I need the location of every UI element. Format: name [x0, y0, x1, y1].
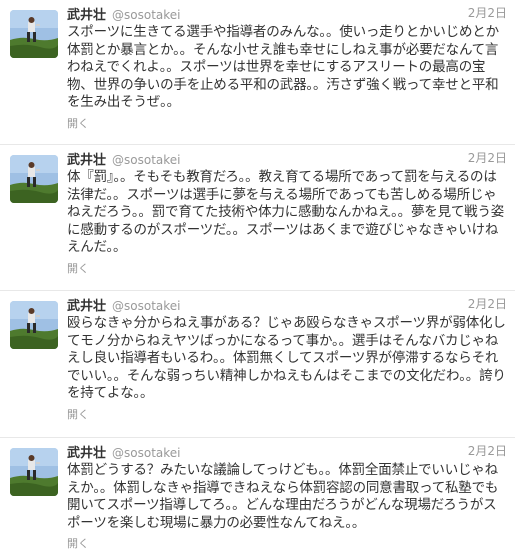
avatar-image [10, 155, 58, 203]
avatar[interactable] [10, 301, 58, 349]
username[interactable]: @sosotakei [112, 446, 180, 460]
avatar-image [10, 301, 58, 349]
tweet[interactable]: 武井壮 @sosotakei 2月2日 体罰どうする？みたいな議論してっけども。。… [0, 438, 515, 559]
avatar[interactable] [10, 155, 58, 203]
avatar-image [10, 10, 58, 58]
username[interactable]: @sosotakei [112, 153, 180, 167]
username[interactable]: @sosotakei [112, 299, 180, 313]
tweet-text: 体『罰』。。そもそも教育だろ。。教え育てる場所であって罰を与えるのは法律だ。。ス… [67, 169, 505, 255]
timestamp[interactable]: 2月2日 [468, 4, 507, 21]
fullname[interactable]: 武井壮 [67, 299, 106, 314]
tweet-header: 武井壮 @sosotakei 2月2日 [67, 442, 507, 462]
expand-link[interactable]: 開く [67, 260, 89, 276]
tweet-header: 武井壮 @sosotakei 2月2日 [67, 295, 507, 315]
tweet-content: 武井壮 @sosotakei 2月2日 スポーツに生きてる選手や指導者のみんな。。… [67, 4, 507, 131]
expand-link[interactable]: 開く [67, 535, 89, 551]
avatar-image [10, 448, 58, 496]
tweet-text: 殴らなきゃ分からねえ事がある？じゃあ殴らなきゃスポーツ界が弱体化してモノ分からね… [67, 315, 506, 401]
timestamp[interactable]: 2月2日 [468, 149, 507, 166]
tweet-header: 武井壮 @sosotakei 2月2日 [67, 4, 507, 24]
username[interactable]: @sosotakei [112, 8, 180, 22]
tweet-header: 武井壮 @sosotakei 2月2日 [67, 149, 507, 169]
expand-link[interactable]: 開く [67, 406, 89, 422]
tweet[interactable]: 武井壮 @sosotakei 2月2日 殴らなきゃ分からねえ事がある？じゃあ殴らな… [0, 291, 515, 438]
timestamp[interactable]: 2月2日 [468, 295, 507, 312]
timeline: 武井壮 @sosotakei 2月2日 スポーツに生きてる選手や指導者のみんな。。… [0, 0, 515, 559]
tweet[interactable]: 武井壮 @sosotakei 2月2日 体『罰』。。そもそも教育だろ。。教え育てる… [0, 145, 515, 291]
tweet[interactable]: 武井壮 @sosotakei 2月2日 スポーツに生きてる選手や指導者のみんな。。… [0, 0, 515, 145]
tweet-text: 体罰どうする？みたいな議論してっけども。。体罰全面禁止でいいじゃねえか。。体罰し… [67, 462, 499, 531]
fullname[interactable]: 武井壮 [67, 153, 106, 168]
tweet-text: スポーツに生きてる選手や指導者のみんな。。使いっ走りとかいじめとか体罰とか暴言と… [67, 24, 499, 110]
expand-link[interactable]: 開く [67, 115, 89, 131]
tweet-content: 武井壮 @sosotakei 2月2日 殴らなきゃ分からねえ事がある？じゃあ殴らな… [67, 295, 507, 422]
tweet-content: 武井壮 @sosotakei 2月2日 体『罰』。。そもそも教育だろ。。教え育てる… [67, 149, 507, 276]
tweet-content: 武井壮 @sosotakei 2月2日 体罰どうする？みたいな議論してっけども。。… [67, 442, 507, 551]
avatar[interactable] [10, 10, 58, 58]
fullname[interactable]: 武井壮 [67, 8, 106, 23]
fullname[interactable]: 武井壮 [67, 446, 106, 461]
avatar[interactable] [10, 448, 58, 496]
timestamp[interactable]: 2月2日 [468, 442, 507, 459]
